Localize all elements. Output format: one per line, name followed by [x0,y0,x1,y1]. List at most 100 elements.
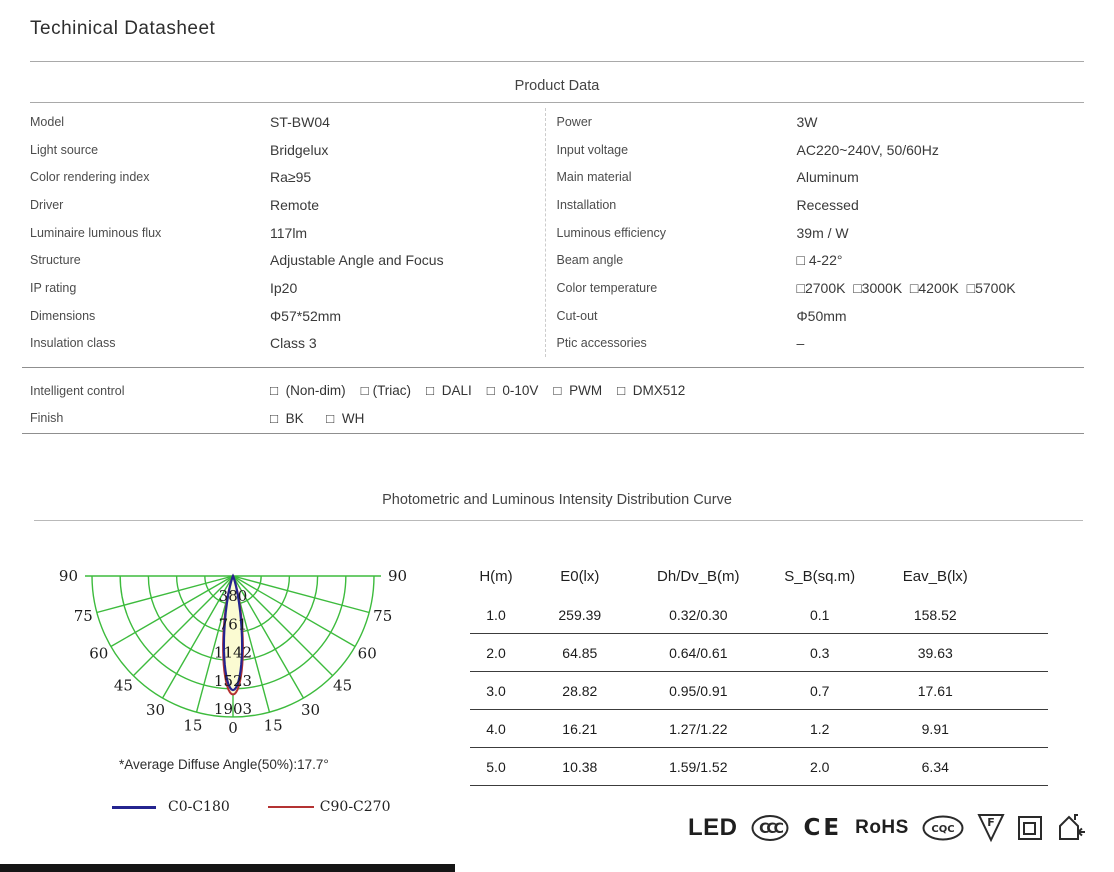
svg-text:0: 0 [228,719,238,737]
spec-value: 117lm [270,224,308,241]
spec-value: ST-BW04 [270,113,330,130]
spec-column-left: Model ST-BW04 Light source Bridgelux Color… [30,108,545,357]
spec-label: Ptic accessories [556,336,647,351]
table-cell: 17.61 [917,682,953,699]
indoor-use-house-icon [1058,814,1085,840]
column-header: E0(lx) [560,567,600,585]
spec-label: IP rating [30,280,77,295]
spec-row-material: Main material Aluminum [557,163,1085,191]
spec-column-right: Power 3W Input voltage AC220~240V, 50/60Hz… [544,108,1085,358]
table-cell: 3.0 [486,682,506,699]
svg-text:761: 761 [219,615,248,633]
photometric-polar-chart: 380 761 1142 1523 1903 0 15 15 30 30 45 45 60 60 75 75 9… [58,556,418,746]
product-data-section-title: Product Data [514,78,600,94]
table-row: 1.0 259.39 0.32/0.30 0.1 158.52 [470,596,1048,634]
svg-text:1523: 1523 [214,672,252,690]
spec-row-dimensions: Dimensions Φ57*52mm [30,302,545,330]
spec-value: Remote [270,196,320,213]
spec-label: Dimensions [30,308,96,323]
spec-value: Φ50mm [796,307,847,324]
spec-value: □2700K □3000K □4200K □5700K [796,279,1016,296]
spec-row-accessories: Ptic accessories – [557,330,1085,358]
spec-row-cutout: Cut-out Φ50mm [557,302,1085,330]
spec-row-cri: Color rendering index Ra≥95 [30,163,545,191]
column-header: Dh/Dv_B(m) [657,567,740,585]
table-cell: 1.0 [486,606,506,623]
svg-text:F: F [987,816,995,829]
spec-value: Bridgelux [270,141,329,158]
table-cell: 259.39 [558,606,602,623]
table-cell: 2.0 [486,644,506,661]
spec-value: AC220~240V, 50/60Hz [796,141,939,158]
table-cell: 2.0 [809,758,830,775]
spec-label: Model [30,114,65,129]
certification-icons: LED CCC CE RoHS CQC F [688,808,1087,848]
table-cell: 5.0 [486,758,506,775]
table-row: 5.0 10.38 1.59/1.52 2.0 6.34 [470,748,1048,786]
column-header: Eav_B(lx) [902,567,968,585]
cqc-mark-icon: CQC [922,815,964,841]
table-cell: 0.95/0.91 [669,682,728,699]
spec-label: Beam angle [556,253,624,268]
table-cell: 4.0 [486,720,506,737]
svg-text:90: 90 [59,567,78,585]
table-row: 3.0 28.82 0.95/0.91 0.7 17.61 [470,672,1048,710]
svg-text:30: 30 [146,701,165,719]
svg-text:75: 75 [74,607,93,625]
spec-row-finish: Finish □ BK □ WH [30,405,1084,433]
column-header: S_B(sq.m) [784,567,856,585]
chart-legend: C0-C180 C90-C270 [112,798,391,816]
spec-row-installation: Installation Recessed [557,191,1085,219]
spec-label: Input voltage [556,142,629,157]
spec-row-ip-rating: IP rating Ip20 [30,274,545,302]
spec-label: Insulation class [30,336,116,351]
spec-row-efficiency: Luminous efficiency 39m / W [557,219,1085,247]
table-cell: 16.21 [562,720,598,737]
table-cell: 1.2 [809,720,830,737]
spec-row-intelligent-control: Intelligent control □ (Non-dim) □ (Triac)… [30,377,1084,405]
spec-label: Light source [30,142,99,157]
spec-value: □ 4-22° [796,252,843,269]
photometric-section-title: Photometric and Luminous Intensity Distr… [382,492,732,508]
spec-row-light-source: Light source Bridgelux [30,136,545,164]
svg-text:380: 380 [219,587,248,605]
page-footer-bar [0,864,455,872]
spec-row-driver: Driver Remote [30,191,545,219]
svg-text:CCC: CCC [759,821,784,837]
table-cell: 0.3 [809,644,830,661]
divider-photometric-header [34,520,1083,521]
svg-text:15: 15 [264,717,283,735]
svg-text:45: 45 [333,677,352,695]
table-cell: 1.27/1.22 [669,720,728,737]
spec-value: Recessed [796,196,859,213]
page-title: Techinical Datasheet [30,18,216,39]
table-cell: 1.59/1.52 [669,758,728,775]
svg-text:CQC: CQC [931,824,954,835]
spec-value: 3W [796,113,818,130]
spec-row-model: Model ST-BW04 [30,108,545,136]
spec-label: Cut-out [556,308,598,323]
svg-text:90: 90 [388,567,407,585]
spec-label: Color temperature [556,280,658,295]
spec-label: Installation [556,197,617,212]
table-cell: 0.32/0.30 [669,606,728,623]
legend-label-c90-c270: C90-C270 [319,799,391,815]
divider-spec-bottom [22,367,1084,368]
divider-section [22,433,1084,434]
table-cell: 64.85 [562,644,598,661]
table-cell: 39.63 [917,644,953,661]
svg-text:15: 15 [183,717,202,735]
polar-chart-svg: 380 761 1142 1523 19030 15 15 30 30 45 45 60 60 75 75 9… [59,567,407,737]
spec-label: Intelligent control [30,383,125,398]
spec-value: Aluminum [796,169,859,186]
spec-row-color-temperature: Color temperature □2700K □3000K □4200K □5… [557,274,1085,302]
svg-text:1142: 1142 [214,644,252,662]
table-cell: 10.38 [562,758,598,775]
spec-row-power: Power 3W [557,108,1085,136]
control-finish-rows: Intelligent control □ (Non-dim) □ (Triac)… [30,377,1084,432]
spec-value: Class 3 [270,335,317,352]
spec-row-insulation: Insulation class Class 3 [30,330,545,358]
table-cell: 6.34 [921,758,949,775]
table-cell: 0.64/0.61 [669,644,728,661]
spec-label: Structure [30,253,81,268]
